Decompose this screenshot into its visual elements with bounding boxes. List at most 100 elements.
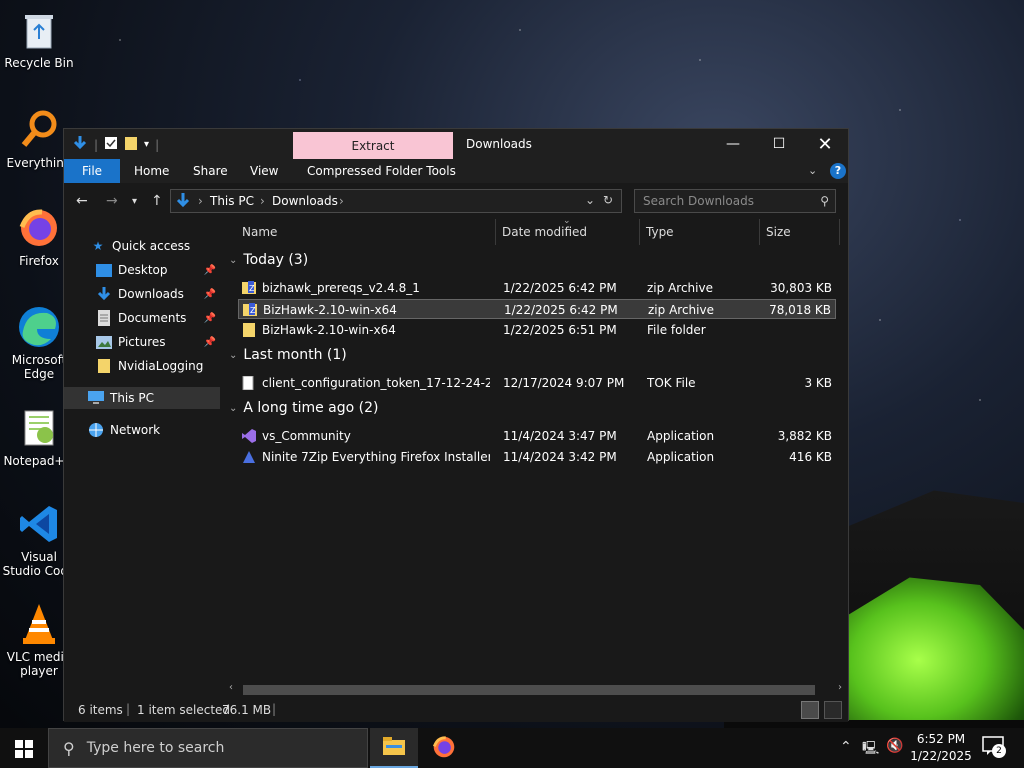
- contextual-tab-extract[interactable]: Extract: [293, 132, 453, 160]
- large-icons-view-icon[interactable]: [824, 701, 842, 719]
- download-arrow-icon: [72, 135, 88, 154]
- address-bar-row: ← → ▾ ↑ › This PC › Downloads › ⌄ ↻ Sear…: [64, 183, 848, 219]
- firefox-icon: [432, 735, 456, 762]
- breadcrumb-separator: ›: [339, 194, 344, 208]
- close-button[interactable]: ✕: [802, 129, 848, 159]
- desktop-icon-label: VLC media player: [6, 650, 72, 678]
- recent-locations-icon[interactable]: ▾: [132, 196, 137, 207]
- file-date: 11/4/2024 3:47 PM: [503, 429, 617, 443]
- file-type: File folder: [647, 323, 706, 337]
- nav-downloads[interactable]: Downloads 📌: [64, 283, 220, 305]
- help-icon[interactable]: ?: [830, 163, 846, 179]
- svg-text:Z: Z: [249, 284, 255, 293]
- firefox-icon: [17, 206, 61, 250]
- qat-dropdown-icon[interactable]: ▾: [144, 139, 149, 150]
- taskbar-search-placeholder: Type here to search: [86, 740, 225, 756]
- status-selected: 1 item selected: [137, 703, 231, 717]
- status-size: 76.1 MB: [222, 703, 272, 717]
- nav-label: Documents: [118, 311, 187, 325]
- quick-access-toolbar: | ▾ |: [72, 135, 159, 154]
- volume-muted-icon[interactable]: 🔇: [886, 738, 903, 754]
- column-header-type[interactable]: Type: [640, 219, 760, 245]
- folder-icon: [242, 323, 256, 337]
- notification-count-badge: 2: [992, 744, 1006, 758]
- title-bar: | ▾ | Extract Downloads — ☐ ✕: [64, 129, 848, 160]
- forward-arrow-icon[interactable]: →: [106, 193, 118, 209]
- tab-compressed-folder-tools[interactable]: Compressed Folder Tools: [307, 159, 456, 183]
- address-dropdown-icon[interactable]: ⌄: [585, 193, 595, 207]
- action-center-button[interactable]: 2: [982, 736, 1006, 760]
- back-arrow-icon[interactable]: ←: [76, 193, 88, 209]
- nav-desktop[interactable]: Desktop 📌: [64, 259, 220, 281]
- breadcrumb-this-pc[interactable]: This PC: [210, 194, 254, 208]
- file-row[interactable]: Ninite 7Zip Everything Firefox Installer…: [238, 447, 836, 467]
- nav-label: Network: [110, 423, 161, 437]
- group-header-long-time-ago[interactable]: ⌄ A long time ago (2): [229, 400, 378, 416]
- file-row[interactable]: BizHawk-2.10-win-x64 1/22/2025 6:51 PM F…: [238, 320, 836, 340]
- nav-this-pc[interactable]: This PC: [64, 387, 220, 409]
- file-name: client_configuration_token_17-12-24-21-.…: [262, 376, 490, 390]
- file-explorer-icon: [383, 736, 405, 758]
- file-row-selected[interactable]: Z BizHawk-2.10-win-x64 1/22/2025 6:42 PM …: [238, 299, 836, 319]
- properties-icon[interactable]: [104, 136, 118, 153]
- column-header-name[interactable]: Name: [236, 219, 496, 245]
- tab-view[interactable]: View: [250, 159, 278, 183]
- taskbar-firefox[interactable]: [420, 728, 468, 768]
- address-bar[interactable]: › This PC › Downloads › ⌄ ↻: [170, 189, 622, 213]
- breadcrumb-downloads[interactable]: Downloads: [272, 194, 338, 208]
- refresh-icon[interactable]: ↻: [603, 193, 613, 207]
- scroll-right-icon[interactable]: ›: [838, 682, 842, 693]
- maximize-button[interactable]: ☐: [756, 129, 802, 159]
- file-row[interactable]: client_configuration_token_17-12-24-21-.…: [238, 373, 836, 393]
- scrollbar-thumb[interactable]: [243, 685, 815, 695]
- up-arrow-icon[interactable]: ↑: [151, 193, 163, 209]
- file-size: 3,882 KB: [777, 429, 832, 443]
- expand-ribbon-icon[interactable]: ⌄: [808, 159, 817, 183]
- new-folder-icon[interactable]: [124, 135, 138, 154]
- file-name: vs_Community: [262, 429, 351, 443]
- details-view-icon[interactable]: [801, 701, 819, 719]
- windows-start-icon[interactable]: [15, 740, 33, 761]
- tab-home[interactable]: Home: [134, 159, 169, 183]
- search-icon: ⚲: [820, 194, 829, 208]
- chevron-down-icon: ⌄: [229, 254, 238, 266]
- nav-nvidialogging[interactable]: NvidiaLogging: [64, 355, 220, 377]
- file-type: zip Archive: [647, 281, 713, 295]
- group-header-today[interactable]: ⌄ Today (3): [229, 252, 308, 268]
- nav-documents[interactable]: Documents 📌: [64, 307, 220, 329]
- file-icon: [242, 376, 256, 390]
- show-hidden-icons-icon[interactable]: ⌃: [840, 739, 852, 755]
- file-row[interactable]: Zbizhawk_prereqs_v2.4.8_1 1/22/2025 6:42…: [238, 278, 836, 298]
- pin-icon: 📌: [203, 288, 216, 300]
- visual-studio-icon: [242, 429, 256, 443]
- taskbar-file-explorer[interactable]: [370, 728, 418, 768]
- group-label: Today (3): [243, 252, 309, 268]
- scroll-left-icon[interactable]: ‹: [229, 682, 233, 693]
- network-icon: [88, 422, 104, 438]
- nav-quick-access[interactable]: ★ Quick access: [64, 235, 220, 257]
- column-header-size[interactable]: Size: [760, 219, 840, 245]
- tab-file[interactable]: File: [64, 159, 120, 183]
- network-status-icon[interactable]: 🖳: [862, 739, 879, 761]
- search-downloads-input[interactable]: Search Downloads ⚲: [634, 189, 836, 213]
- pictures-folder-icon: [96, 334, 112, 350]
- clock-date: 1/22/2025: [910, 749, 972, 763]
- file-row[interactable]: vs_Community 11/4/2024 3:47 PM Applicati…: [238, 426, 836, 446]
- horizontal-scrollbar[interactable]: ‹ ›: [221, 681, 848, 698]
- nav-label: NvidiaLogging: [118, 359, 204, 373]
- tab-share[interactable]: Share: [193, 159, 228, 183]
- qat-divider: |: [155, 137, 160, 152]
- group-header-last-month[interactable]: ⌄ Last month (1): [229, 347, 347, 363]
- nav-pictures[interactable]: Pictures 📌: [64, 331, 220, 353]
- taskbar-search-box[interactable]: ⚲ Type here to search: [48, 728, 368, 768]
- nav-label: Quick access: [112, 239, 191, 253]
- minimize-button[interactable]: —: [710, 129, 756, 159]
- nav-network[interactable]: Network: [64, 419, 220, 441]
- desktop-icon-label: Microsoft Edge: [11, 353, 67, 381]
- taskbar-clock[interactable]: 6:52 PM 1/22/2025: [906, 731, 976, 765]
- pin-icon: 📌: [203, 336, 216, 348]
- file-date: 1/22/2025 6:51 PM: [503, 323, 617, 337]
- navigation-pane: ★ Quick access Desktop 📌 Downloads 📌 Doc…: [64, 219, 220, 698]
- sort-indicator-icon: ⌄: [563, 216, 571, 226]
- desktop-icon-recycle-bin[interactable]: Recycle Bin: [2, 8, 76, 70]
